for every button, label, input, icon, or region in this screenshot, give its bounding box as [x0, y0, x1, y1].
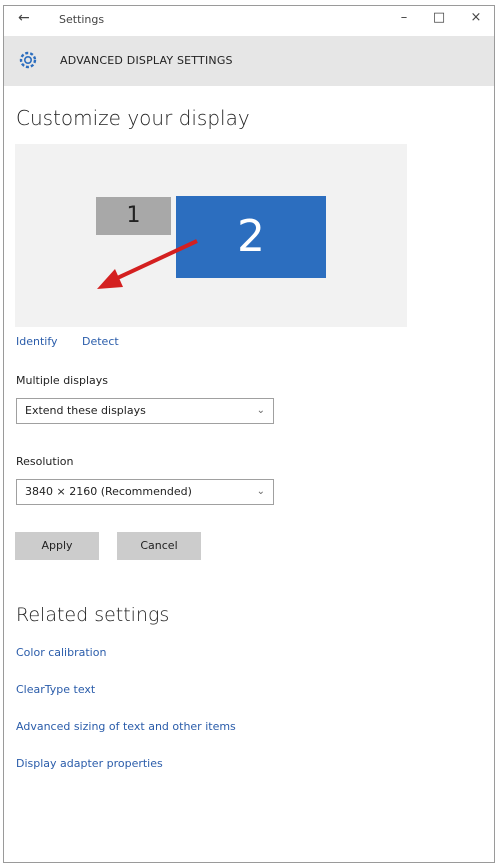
identify-link[interactable]: Identify [16, 335, 58, 348]
minimize-button[interactable]: – [394, 10, 414, 25]
apply-button[interactable]: Apply [15, 532, 99, 560]
page-title: Customize your display [16, 106, 250, 130]
multiple-displays-dropdown[interactable]: Extend these displays ⌄ [16, 398, 274, 424]
cancel-button[interactable]: Cancel [117, 532, 201, 560]
settings-window: ← Settings – □ × ADVANCED DISPLAY SETTIN… [3, 5, 495, 863]
page-header: ADVANCED DISPLAY SETTINGS [4, 36, 494, 86]
multiple-displays-label: Multiple displays [16, 374, 108, 387]
chevron-down-icon: ⌄ [256, 486, 265, 497]
title-bar: ← Settings – □ × [4, 6, 494, 36]
gear-icon [17, 49, 39, 75]
window-title: Settings [59, 13, 105, 26]
header-title: ADVANCED DISPLAY SETTINGS [60, 54, 233, 67]
maximize-button[interactable]: □ [429, 10, 449, 25]
resolution-value: 3840 × 2160 (Recommended) [25, 485, 192, 498]
red-arrow-icon [97, 239, 198, 289]
cleartype-text-link[interactable]: ClearType text [16, 683, 95, 696]
color-calibration-link[interactable]: Color calibration [16, 646, 106, 659]
back-arrow-icon[interactable]: ← [18, 10, 30, 26]
resolution-dropdown[interactable]: 3840 × 2160 (Recommended) ⌄ [16, 479, 274, 505]
close-button[interactable]: × [466, 10, 486, 25]
resolution-label: Resolution [16, 455, 74, 468]
display-adapter-link[interactable]: Display adapter properties [16, 757, 163, 770]
detect-link[interactable]: Detect [82, 335, 119, 348]
related-settings-title: Related settings [16, 604, 170, 626]
chevron-down-icon: ⌄ [256, 405, 265, 416]
multiple-displays-value: Extend these displays [25, 404, 146, 417]
advanced-sizing-link[interactable]: Advanced sizing of text and other items [16, 720, 236, 733]
display-arrangement-preview: 1 2 [15, 144, 407, 327]
